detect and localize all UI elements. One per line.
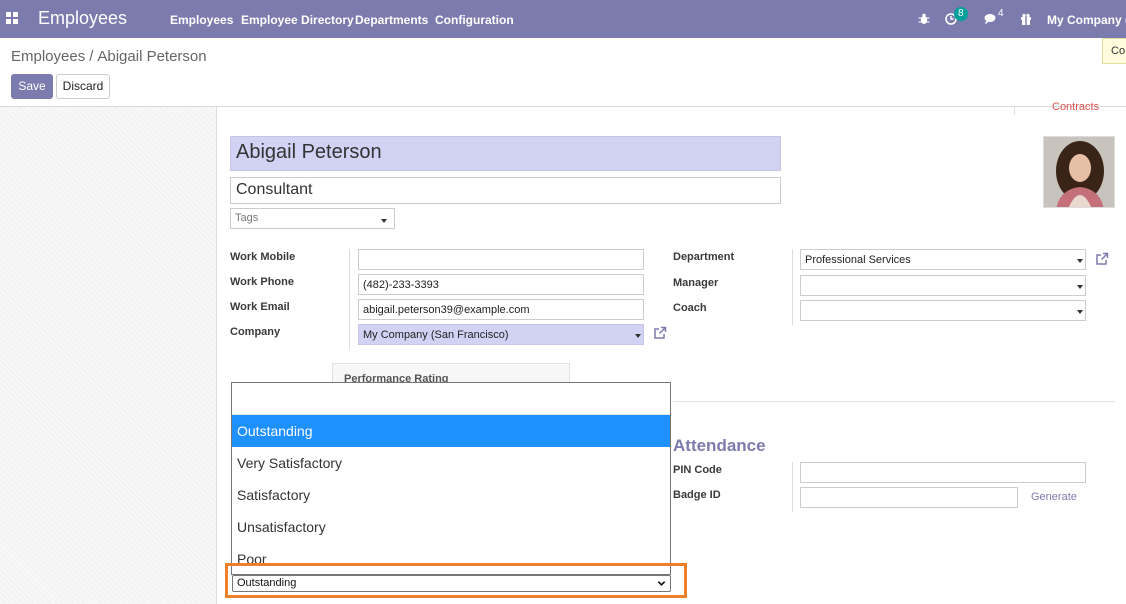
coach-select[interactable] — [800, 300, 1086, 321]
left-gutter — [0, 107, 216, 604]
company-select[interactable]: My Company (San Francisco) — [358, 324, 644, 345]
breadcrumb: Employees / Abigail Peterson — [11, 48, 207, 65]
employee-avatar[interactable] — [1043, 136, 1115, 208]
chevron-down-icon — [1077, 285, 1083, 289]
company-label: Company — [230, 326, 281, 338]
sheet-border — [216, 107, 217, 604]
highlight-box — [225, 563, 687, 598]
discard-button[interactable]: Discard — [56, 74, 110, 99]
work-phone-label: Work Phone — [230, 276, 294, 288]
avatar-photo — [1044, 137, 1114, 207]
menu-configuration[interactable]: Configuration — [435, 13, 514, 27]
app-title[interactable]: Employees — [38, 8, 127, 29]
job-title-input[interactable]: Consultant — [230, 177, 781, 204]
company-switcher[interactable]: My Company (S — [1047, 13, 1126, 27]
coach-label: Coach — [673, 302, 707, 314]
bug-icon[interactable] — [918, 13, 930, 25]
menu-employees[interactable]: Employees — [170, 13, 233, 27]
breadcrumb-current: Abigail Peterson — [97, 48, 207, 65]
message-count: 4 — [998, 8, 1004, 19]
breadcrumb-separator: / — [89, 48, 94, 65]
manager-label: Manager — [673, 277, 719, 289]
label-separator — [349, 249, 350, 349]
department-label: Department — [673, 251, 735, 263]
chevron-down-icon — [1077, 310, 1083, 314]
chevron-down-icon — [1077, 259, 1083, 263]
work-phone-input[interactable]: (482)-233-3393 — [358, 274, 644, 295]
work-mobile-input[interactable] — [358, 249, 644, 270]
label-separator — [792, 249, 793, 325]
save-button[interactable]: Save — [11, 74, 53, 99]
dropdown-empty-option[interactable] — [232, 383, 670, 415]
badge-id-label: Badge ID — [673, 489, 721, 501]
attendance-title: Attendance — [673, 436, 766, 455]
breadcrumb-parent[interactable]: Employees — [11, 48, 85, 65]
external-link-icon[interactable] — [653, 326, 667, 340]
chevron-down-icon — [381, 219, 387, 223]
tooltip: Co — [1102, 38, 1126, 64]
option-satisfactory[interactable]: Satisfactory — [232, 479, 670, 511]
menu-departments[interactable]: Departments — [355, 13, 428, 27]
tags-placeholder: Tags — [235, 212, 259, 224]
pin-code-input[interactable] — [800, 462, 1086, 483]
generate-badge-button[interactable]: Generate — [1031, 491, 1077, 503]
section-divider — [673, 401, 1115, 402]
label-separator — [792, 462, 793, 512]
performance-rating-dropdown: Outstanding Very Satisfactory Satisfacto… — [231, 382, 671, 575]
tags-input[interactable]: Tags — [230, 208, 395, 229]
department-select[interactable]: Professional Services — [800, 249, 1086, 270]
option-outstanding[interactable]: Outstanding — [232, 415, 670, 447]
external-link-icon[interactable] — [1095, 252, 1109, 266]
apps-menu-icon[interactable] — [6, 12, 18, 24]
employee-name-input[interactable]: Abigail Peterson — [230, 136, 781, 171]
messages-icon[interactable] — [984, 13, 997, 25]
menu-employee-directory[interactable]: Employee Directory — [241, 13, 354, 27]
tab-performance-rating[interactable]: Performance Rating — [332, 363, 570, 383]
department-value: Professional Services — [805, 254, 911, 266]
option-very-satisfactory[interactable]: Very Satisfactory — [232, 447, 670, 479]
gift-icon[interactable] — [1020, 13, 1032, 25]
stat-button-separator — [1014, 107, 1015, 115]
work-email-input[interactable]: abigail.peterson39@example.com — [358, 299, 644, 320]
top-navbar: Employees Employees Employee Directory D… — [0, 0, 1126, 38]
badge-id-input[interactable] — [800, 487, 1018, 508]
pin-code-label: PIN Code — [673, 464, 722, 476]
manager-select[interactable] — [800, 275, 1086, 296]
activity-count-badge: 8 — [954, 7, 968, 21]
work-email-label: Work Email — [230, 301, 290, 313]
option-unsatisfactory[interactable]: Unsatisfactory — [232, 511, 670, 543]
work-mobile-label: Work Mobile — [230, 251, 296, 263]
contracts-stat-button[interactable]: Contracts — [1052, 101, 1099, 113]
company-value: My Company (San Francisco) — [363, 329, 509, 341]
chevron-down-icon — [635, 334, 641, 338]
